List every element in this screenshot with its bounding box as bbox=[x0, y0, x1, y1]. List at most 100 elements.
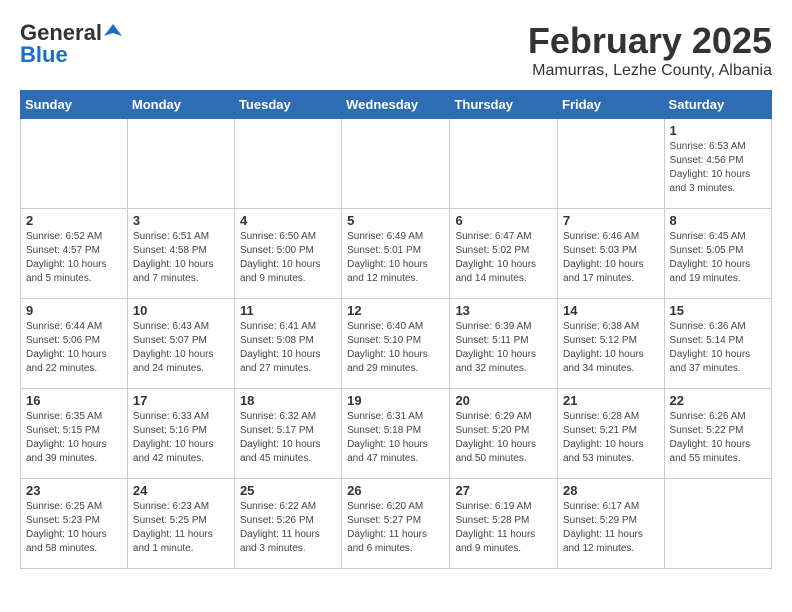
empty-cell bbox=[342, 119, 450, 209]
empty-cell bbox=[558, 119, 665, 209]
calendar-title: February 2025 bbox=[528, 20, 772, 62]
day-number: 28 bbox=[563, 483, 659, 498]
day-info: Sunrise: 6:44 AM Sunset: 5:06 PM Dayligh… bbox=[26, 320, 122, 376]
day-info: Sunrise: 6:49 AM Sunset: 5:01 PM Dayligh… bbox=[347, 230, 444, 286]
day-info: Sunrise: 6:43 AM Sunset: 5:07 PM Dayligh… bbox=[133, 320, 229, 376]
day-info: Sunrise: 6:51 AM Sunset: 4:58 PM Dayligh… bbox=[133, 230, 229, 286]
day-number: 21 bbox=[563, 393, 659, 408]
logo-blue: Blue bbox=[20, 42, 68, 68]
calendar-day-cell: 17 Sunrise: 6:33 AM Sunset: 5:16 PM Dayli… bbox=[127, 389, 234, 479]
calendar-day-cell: 22Sunrise: 6:26 AM Sunset: 5:22 PM Dayli… bbox=[664, 389, 771, 479]
day-number: 8 bbox=[670, 213, 766, 228]
day-info: Sunrise: 6:46 AM Sunset: 5:03 PM Dayligh… bbox=[563, 230, 659, 286]
day-number: 11 bbox=[240, 303, 336, 318]
day-info: Sunrise: 6:23 AM Sunset: 5:25 PM Dayligh… bbox=[133, 500, 229, 556]
day-number: 3 bbox=[133, 213, 229, 228]
day-number: 10 bbox=[133, 303, 229, 318]
day-number: 6 bbox=[455, 213, 552, 228]
calendar-day-cell: 8 Sunrise: 6:45 AM Sunset: 5:05 PM Daylig… bbox=[664, 209, 771, 299]
calendar-day-cell: 21 Sunrise: 6:28 AM Sunset: 5:21 PM Dayli… bbox=[558, 389, 665, 479]
day-number: 2 bbox=[26, 213, 122, 228]
day-header-tuesday: Tuesday bbox=[234, 91, 341, 119]
day-info: Sunrise: 6:22 AM Sunset: 5:26 PM Dayligh… bbox=[240, 500, 336, 556]
calendar-week-row: 23 Sunrise: 6:25 AM Sunset: 5:23 PM Dayli… bbox=[21, 479, 772, 569]
empty-cell bbox=[127, 119, 234, 209]
calendar-day-cell: 25 Sunrise: 6:22 AM Sunset: 5:26 PM Dayli… bbox=[234, 479, 341, 569]
calendar-day-cell: 6 Sunrise: 6:47 AM Sunset: 5:02 PM Daylig… bbox=[450, 209, 558, 299]
day-info: Sunrise: 6:19 AM Sunset: 5:28 PM Dayligh… bbox=[455, 500, 552, 556]
calendar-day-cell: 5 Sunrise: 6:49 AM Sunset: 5:01 PM Daylig… bbox=[342, 209, 450, 299]
day-number: 12 bbox=[347, 303, 444, 318]
calendar-day-cell: 14 Sunrise: 6:38 AM Sunset: 5:12 PM Dayli… bbox=[558, 299, 665, 389]
day-info: Sunrise: 6:38 AM Sunset: 5:12 PM Dayligh… bbox=[563, 320, 659, 376]
day-number: 1 bbox=[670, 123, 766, 138]
calendar-table: SundayMondayTuesdayWednesdayThursdayFrid… bbox=[20, 90, 772, 569]
empty-cell bbox=[450, 119, 558, 209]
calendar-week-row: 1 Sunrise: 6:53 AM Sunset: 4:56 PM Daylig… bbox=[21, 119, 772, 209]
day-number: 23 bbox=[26, 483, 122, 498]
day-info: Sunrise: 6:52 AM Sunset: 4:57 PM Dayligh… bbox=[26, 230, 122, 286]
calendar-day-cell: 9 Sunrise: 6:44 AM Sunset: 5:06 PM Daylig… bbox=[21, 299, 128, 389]
day-info: Sunrise: 6:17 AM Sunset: 5:29 PM Dayligh… bbox=[563, 500, 659, 556]
day-number: 26 bbox=[347, 483, 444, 498]
empty-cell bbox=[21, 119, 128, 209]
day-info: Sunrise: 6:25 AM Sunset: 5:23 PM Dayligh… bbox=[26, 500, 122, 556]
day-number: 20 bbox=[455, 393, 552, 408]
day-info: Sunrise: 6:29 AM Sunset: 5:20 PM Dayligh… bbox=[455, 410, 552, 466]
title-area: February 2025 Mamurras, Lezhe County, Al… bbox=[528, 20, 772, 80]
day-header-saturday: Saturday bbox=[664, 91, 771, 119]
empty-cell bbox=[234, 119, 341, 209]
day-info: Sunrise: 6:32 AM Sunset: 5:17 PM Dayligh… bbox=[240, 410, 336, 466]
day-number: 15 bbox=[670, 303, 766, 318]
day-number: 16 bbox=[26, 393, 122, 408]
calendar-day-cell: 11 Sunrise: 6:41 AM Sunset: 5:08 PM Dayli… bbox=[234, 299, 341, 389]
calendar-day-cell: 12Sunrise: 6:40 AM Sunset: 5:10 PM Dayli… bbox=[342, 299, 450, 389]
day-number: 25 bbox=[240, 483, 336, 498]
day-header-monday: Monday bbox=[127, 91, 234, 119]
calendar-week-row: 9 Sunrise: 6:44 AM Sunset: 5:06 PM Daylig… bbox=[21, 299, 772, 389]
calendar-day-cell: 10 Sunrise: 6:43 AM Sunset: 5:07 PM Dayli… bbox=[127, 299, 234, 389]
calendar-day-cell: 20 Sunrise: 6:29 AM Sunset: 5:20 PM Dayli… bbox=[450, 389, 558, 479]
calendar-day-cell: 7Sunrise: 6:46 AM Sunset: 5:03 PM Daylig… bbox=[558, 209, 665, 299]
calendar-week-row: 2 Sunrise: 6:52 AM Sunset: 4:57 PM Daylig… bbox=[21, 209, 772, 299]
day-info: Sunrise: 6:39 AM Sunset: 5:11 PM Dayligh… bbox=[455, 320, 552, 376]
calendar-day-cell: 13 Sunrise: 6:39 AM Sunset: 5:11 PM Dayli… bbox=[450, 299, 558, 389]
calendar-day-cell: 1 Sunrise: 6:53 AM Sunset: 4:56 PM Daylig… bbox=[664, 119, 771, 209]
day-info: Sunrise: 6:28 AM Sunset: 5:21 PM Dayligh… bbox=[563, 410, 659, 466]
day-number: 17 bbox=[133, 393, 229, 408]
day-number: 19 bbox=[347, 393, 444, 408]
calendar-day-cell: 4 Sunrise: 6:50 AM Sunset: 5:00 PM Daylig… bbox=[234, 209, 341, 299]
calendar-subtitle: Mamurras, Lezhe County, Albania bbox=[528, 62, 772, 80]
day-number: 13 bbox=[455, 303, 552, 318]
day-info: Sunrise: 6:41 AM Sunset: 5:08 PM Dayligh… bbox=[240, 320, 336, 376]
day-info: Sunrise: 6:47 AM Sunset: 5:02 PM Dayligh… bbox=[455, 230, 552, 286]
empty-cell bbox=[664, 479, 771, 569]
calendar-day-cell: 2 Sunrise: 6:52 AM Sunset: 4:57 PM Daylig… bbox=[21, 209, 128, 299]
calendar-day-cell: 27 Sunrise: 6:19 AM Sunset: 5:28 PM Dayli… bbox=[450, 479, 558, 569]
logo: General Blue bbox=[20, 20, 122, 68]
day-number: 4 bbox=[240, 213, 336, 228]
day-header-sunday: Sunday bbox=[21, 91, 128, 119]
calendar-day-cell: 15 Sunrise: 6:36 AM Sunset: 5:14 PM Dayli… bbox=[664, 299, 771, 389]
day-info: Sunrise: 6:45 AM Sunset: 5:05 PM Dayligh… bbox=[670, 230, 766, 286]
calendar-day-cell: 28 Sunrise: 6:17 AM Sunset: 5:29 PM Dayli… bbox=[558, 479, 665, 569]
day-number: 24 bbox=[133, 483, 229, 498]
day-info: Sunrise: 6:33 AM Sunset: 5:16 PM Dayligh… bbox=[133, 410, 229, 466]
day-info: Sunrise: 6:31 AM Sunset: 5:18 PM Dayligh… bbox=[347, 410, 444, 466]
day-info: Sunrise: 6:36 AM Sunset: 5:14 PM Dayligh… bbox=[670, 320, 766, 376]
logo-bird-icon bbox=[104, 22, 122, 40]
calendar-day-cell: 24 Sunrise: 6:23 AM Sunset: 5:25 PM Dayli… bbox=[127, 479, 234, 569]
day-header-wednesday: Wednesday bbox=[342, 91, 450, 119]
day-number: 9 bbox=[26, 303, 122, 318]
day-info: Sunrise: 6:53 AM Sunset: 4:56 PM Dayligh… bbox=[670, 140, 766, 196]
day-number: 22 bbox=[670, 393, 766, 408]
day-info: Sunrise: 6:20 AM Sunset: 5:27 PM Dayligh… bbox=[347, 500, 444, 556]
day-number: 27 bbox=[455, 483, 552, 498]
day-info: Sunrise: 6:50 AM Sunset: 5:00 PM Dayligh… bbox=[240, 230, 336, 286]
day-number: 5 bbox=[347, 213, 444, 228]
day-header-thursday: Thursday bbox=[450, 91, 558, 119]
day-number: 14 bbox=[563, 303, 659, 318]
day-number: 18 bbox=[240, 393, 336, 408]
calendar-day-cell: 16Sunrise: 6:35 AM Sunset: 5:15 PM Dayli… bbox=[21, 389, 128, 479]
calendar-day-cell: 19 Sunrise: 6:31 AM Sunset: 5:18 PM Dayli… bbox=[342, 389, 450, 479]
